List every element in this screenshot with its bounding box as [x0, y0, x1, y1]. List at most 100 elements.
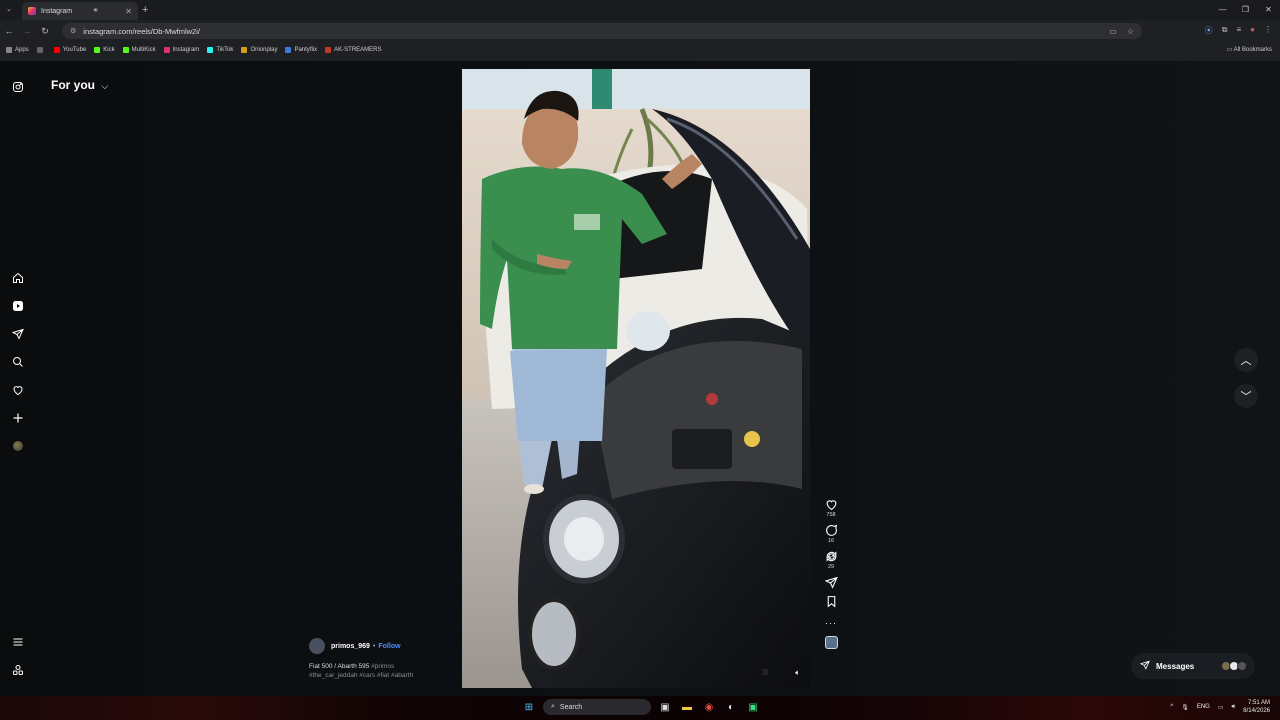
- tab-instagram[interactable]: Instagram 🔊︎ ✕: [22, 2, 138, 20]
- system-tray: ^ 🎙︎ ENG ▭ 🔊︎ 7:51 AM 8/14/2026: [1170, 699, 1270, 715]
- instagram-logo-icon[interactable]: [10, 79, 26, 95]
- clock[interactable]: 7:51 AM 8/14/2026: [1243, 699, 1270, 715]
- comment-count: 16: [827, 538, 835, 544]
- audio-track-icon: [824, 636, 838, 649]
- clock-time: 7:51 AM: [1247, 700, 1270, 706]
- language-indicator[interactable]: ENG: [1197, 704, 1210, 710]
- omnibox-actions: ▭ ☆: [1109, 27, 1142, 36]
- follow-link[interactable]: Follow: [378, 643, 400, 650]
- media-control-icon[interactable]: ≡: [1236, 25, 1241, 36]
- network-icon[interactable]: ▭: [1218, 704, 1224, 711]
- message-avatars: [1221, 661, 1247, 671]
- caption-tags-line1: #primos: [371, 663, 395, 670]
- reload-icon[interactable]: ↻: [36, 26, 54, 37]
- all-bookmarks[interactable]: ▭ All Bookmarks: [1227, 43, 1272, 57]
- owner-username[interactable]: primos_969: [331, 643, 370, 650]
- bookmark-onionplay[interactable]: Onionplay: [241, 47, 277, 53]
- menu-icon[interactable]: ⋮: [1264, 25, 1272, 36]
- repost-icon: [826, 551, 836, 562]
- like-button[interactable]: 758: [820, 498, 842, 518]
- chrome-icon[interactable]: ◉: [701, 699, 717, 715]
- reel-video-frame: [462, 69, 810, 688]
- reels-icon[interactable]: [10, 298, 26, 314]
- bookmark-tiktok[interactable]: TikTok: [207, 47, 233, 53]
- search-icon[interactable]: [10, 354, 26, 370]
- forward-icon[interactable]: →: [18, 26, 36, 36]
- close-window-icon[interactable]: ✕: [1257, 0, 1280, 20]
- file-explorer-icon[interactable]: ▬: [679, 699, 695, 715]
- share-button[interactable]: [820, 576, 842, 589]
- back-icon[interactable]: ←: [0, 26, 18, 36]
- instagram-favicon-icon: [28, 7, 36, 15]
- bookmark-youtube[interactable]: YouTube: [53, 47, 86, 53]
- volume-icon[interactable]: 🔊︎: [1232, 704, 1236, 711]
- bookmark-star-icon[interactable]: ☆: [1127, 27, 1134, 36]
- more-menu-icon[interactable]: [10, 634, 26, 650]
- owner-avatar[interactable]: [309, 638, 325, 654]
- app-icon[interactable]: ◐: [723, 699, 739, 715]
- app-icon[interactable]: ▣: [745, 699, 761, 715]
- bookmark-multikick[interactable]: MultiKick: [122, 47, 156, 53]
- instagram-page: For you ⌵ 🔈︎ 758 16 29 ··· primos_969 • …: [0, 61, 1280, 696]
- site-info-icon[interactable]: ⚙: [70, 27, 76, 35]
- bookmark-icon: [827, 596, 835, 608]
- windows-start-icon[interactable]: ⊞: [521, 699, 537, 715]
- like-count: 758: [826, 512, 836, 518]
- bookmark-ak-streamers[interactable]: AK-STREAMERS: [325, 47, 382, 53]
- previous-reel-button[interactable]: ︿: [1234, 348, 1258, 372]
- separator-dot: •: [372, 642, 376, 650]
- task-view-icon[interactable]: ▣: [657, 699, 673, 715]
- chevron-up-icon[interactable]: ^: [1170, 704, 1173, 710]
- cast-icon[interactable]: ▭: [1109, 27, 1117, 36]
- save-button[interactable]: [820, 595, 842, 608]
- maximize-icon[interactable]: ❐: [1234, 0, 1257, 20]
- share-send-icon: [824, 576, 838, 589]
- reel-video[interactable]: 🔈︎: [462, 69, 810, 688]
- extensions-area: ⦿ ⧉ ≡ ● ⋮: [1205, 25, 1272, 36]
- clock-date: 8/14/2026: [1243, 708, 1270, 714]
- tab-search-icon[interactable]: ⌄: [6, 5, 12, 13]
- minimize-icon[interactable]: —: [1211, 0, 1234, 20]
- taskbar-search[interactable]: ⌕ Search: [543, 699, 651, 715]
- microphone-icon[interactable]: 🎙︎: [1181, 704, 1189, 711]
- home-icon[interactable]: [10, 270, 26, 286]
- more-dots-icon: ···: [825, 618, 837, 628]
- puzzle-icon[interactable]: ⧉: [1222, 25, 1228, 36]
- profile-icon[interactable]: ●: [1250, 25, 1255, 36]
- reel-caption[interactable]: Fiat 500 / Abarth 595 #primos #the_car_j…: [309, 662, 459, 680]
- taskbar-search-text: Search: [559, 703, 583, 711]
- audio-thumbnail[interactable]: [820, 636, 842, 649]
- new-tab-icon[interactable]: +: [142, 4, 148, 16]
- repost-count: 29: [827, 564, 835, 570]
- feed-selector[interactable]: For you ⌵: [51, 78, 108, 92]
- messages-button[interactable]: Messages: [1131, 653, 1255, 679]
- bookmarks-bar: Apps YouTube Kick MultiKick Instagram Ti…: [0, 43, 1280, 57]
- bookmark-kick[interactable]: Kick: [94, 47, 115, 53]
- more-options-button[interactable]: ···: [820, 618, 842, 628]
- url-text: instagram.com/reels/Db-Mwfmlw2i/: [83, 26, 200, 36]
- bookmark-instagram[interactable]: Instagram: [163, 47, 199, 53]
- bookmark-apps[interactable]: Apps: [6, 47, 29, 53]
- bookmark-pantyflix[interactable]: Pantyflix: [285, 47, 317, 53]
- address-bar[interactable]: ⚙ instagram.com/reels/Db-Mwfmlw2i/ ▭ ☆: [62, 23, 1142, 39]
- messages-send-icon: [1139, 660, 1150, 672]
- close-tab-icon[interactable]: ✕: [125, 7, 132, 16]
- taskbar-center: ⊞ ⌕ Search ▣ ▬ ◉ ◐ ▣: [521, 699, 761, 715]
- browser-toolbar: ← → ↻ ⚙ instagram.com/reels/Db-Mwfmlw2i/…: [0, 21, 1280, 41]
- comment-button[interactable]: 16: [820, 524, 842, 544]
- direct-send-icon[interactable]: [10, 326, 26, 342]
- create-plus-icon[interactable]: [10, 410, 26, 426]
- profile-avatar[interactable]: [10, 438, 26, 454]
- left-sidebar: [0, 61, 36, 696]
- chevron-down-icon: ⌵: [101, 81, 109, 91]
- repost-button[interactable]: 29: [820, 550, 842, 570]
- browser-chrome: ⌄ Instagram 🔊︎ ✕ + — ❐ ✕ ← → ↻ ⚙ instagr…: [0, 0, 1280, 61]
- extension-icon[interactable]: ⦿: [1205, 25, 1213, 36]
- notifications-heart-icon[interactable]: [10, 382, 26, 398]
- speaker-icon[interactable]: 🔊︎: [94, 7, 98, 15]
- also-from-meta-icon[interactable]: [10, 662, 26, 678]
- next-reel-button[interactable]: ﹀: [1234, 384, 1258, 408]
- comment-icon: [825, 524, 837, 536]
- mute-icon[interactable]: 🔈︎: [795, 668, 800, 678]
- bookmark-grid-icon[interactable]: [36, 47, 46, 53]
